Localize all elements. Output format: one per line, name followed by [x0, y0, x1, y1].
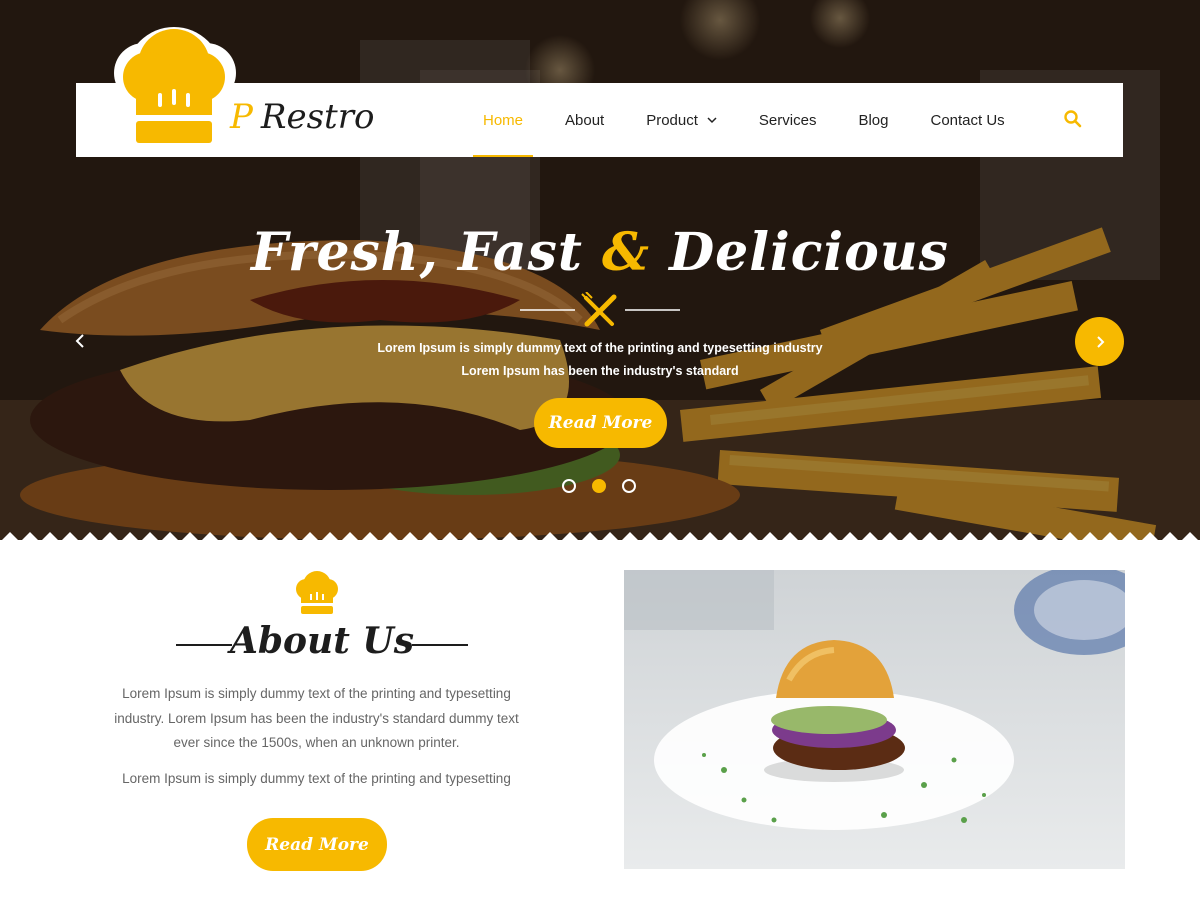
nav-item-about[interactable]: About	[544, 83, 625, 157]
about-read-more-button[interactable]: Read More	[247, 818, 387, 871]
nav-label: Product	[646, 111, 698, 129]
about-paragraph-2: Lorem Ipsum is simply dummy text of the …	[122, 771, 511, 786]
main-menu: Home About Product Services Blog Contact…	[462, 83, 1026, 157]
next-slide-button[interactable]	[1075, 317, 1124, 366]
hero-read-more-button[interactable]: Read More	[534, 398, 667, 448]
hero-subtitle-line1: Lorem Ipsum is simply dummy text of the …	[377, 341, 823, 355]
chef-hat-logo-icon[interactable]	[110, 25, 238, 145]
hero-title-ampersand: &	[602, 222, 650, 283]
fork-knife-divider-icon	[520, 292, 680, 327]
nav-label: Home	[483, 111, 524, 129]
slider-dot-1[interactable]	[562, 479, 576, 493]
search-icon[interactable]	[1063, 109, 1083, 129]
nav-label: Blog	[858, 111, 889, 129]
chevron-left-icon[interactable]	[70, 330, 92, 352]
brand-name: Restro	[260, 97, 375, 137]
slider-dots	[562, 479, 636, 493]
slider-dot-2[interactable]	[592, 479, 606, 493]
nav-item-blog[interactable]: Blog	[837, 83, 909, 157]
hero-title: Fresh, Fast & Delicious	[0, 222, 1200, 283]
brand-prefix: P	[230, 97, 253, 137]
nav-label: Contact Us	[930, 111, 1005, 129]
slider-dot-3[interactable]	[622, 479, 636, 493]
nav-label: Services	[758, 111, 817, 129]
chef-hat-icon	[296, 571, 338, 614]
chevron-right-icon	[1096, 335, 1104, 348]
about-paragraph-1: Lorem Ipsum is simply dummy text of the …	[114, 686, 519, 750]
chevron-down-icon	[707, 117, 717, 124]
nav-item-home[interactable]: Home	[462, 83, 544, 157]
nav-item-contact[interactable]: Contact Us	[909, 83, 1025, 157]
nav-label: About	[565, 111, 605, 129]
about-title: About Us	[229, 620, 415, 662]
brand-logo-text[interactable]: P Restro	[230, 97, 374, 137]
hero-title-part1: Fresh, Fast	[251, 222, 583, 283]
zigzag-divider	[2, 532, 1198, 540]
nav-item-services[interactable]: Services	[738, 83, 838, 157]
nav-item-product[interactable]: Product	[625, 83, 738, 157]
hero-title-part2: Delicious	[669, 222, 949, 283]
burger-plate-photo	[624, 570, 1125, 869]
hero-subtitle-line2: Lorem Ipsum has been the industry's stan…	[461, 364, 739, 378]
